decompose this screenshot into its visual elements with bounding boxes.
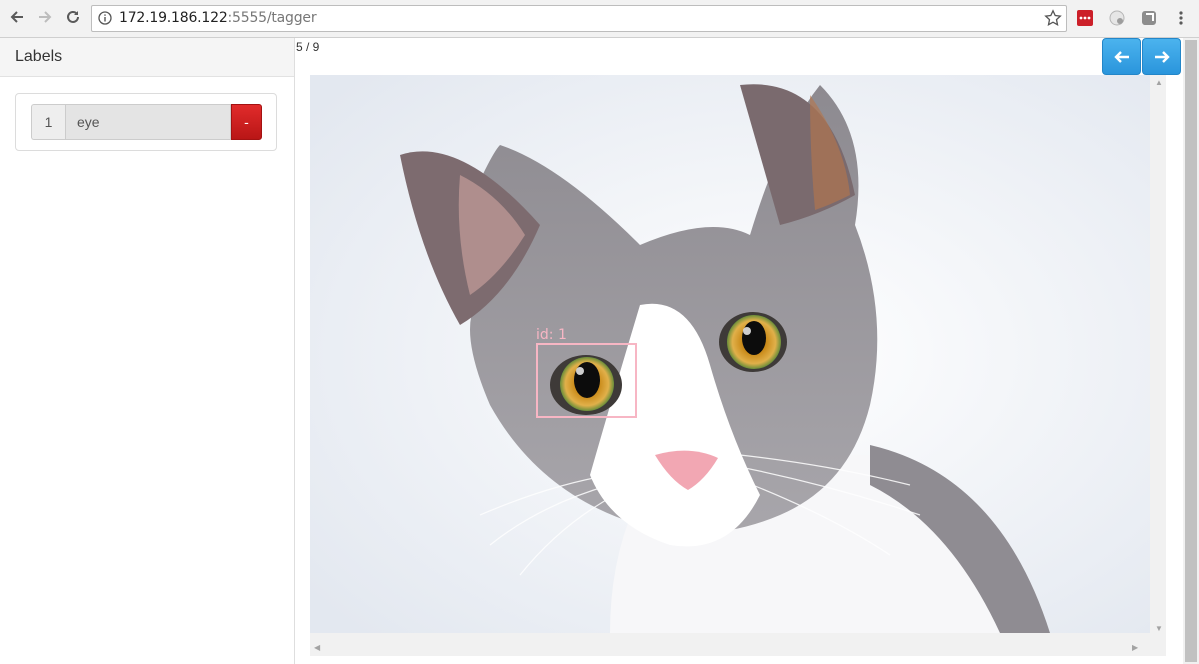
- tagging-canvas[interactable]: id: 1: [310, 75, 1150, 633]
- annotation-bounding-box[interactable]: [536, 343, 637, 418]
- sidebar-title: Labels: [15, 48, 63, 65]
- scroll-up-icon[interactable]: ▲: [1155, 78, 1163, 87]
- info-icon[interactable]: [98, 11, 112, 25]
- label-id: 1: [31, 104, 65, 140]
- url-path: :5555/tagger: [227, 10, 317, 26]
- extension-icon: [1109, 10, 1125, 26]
- lastpass-extension[interactable]: [1076, 9, 1094, 27]
- forward-icon: [39, 11, 52, 23]
- extension-button[interactable]: [1108, 9, 1126, 27]
- browser-menu-button[interactable]: [1172, 9, 1190, 27]
- star-icon[interactable]: [1044, 9, 1062, 27]
- labels-sidebar: Labels 1 eye -: [0, 38, 295, 664]
- reload-button[interactable]: [62, 6, 84, 28]
- extension-button[interactable]: [1140, 9, 1158, 27]
- next-image-button[interactable]: [1142, 38, 1181, 75]
- forward-button[interactable]: [34, 6, 56, 28]
- arrow-right-icon: [1154, 50, 1170, 63]
- back-button[interactable]: [6, 6, 28, 28]
- url-host: 172.19.186.122: [119, 10, 228, 26]
- page-scrollbar-thumb[interactable]: [1185, 40, 1197, 662]
- scroll-right-icon[interactable]: ▶: [1132, 643, 1138, 652]
- menu-icon: [1179, 11, 1183, 25]
- image-counter: 5 / 9: [296, 40, 320, 54]
- scroll-left-icon[interactable]: ◀: [314, 643, 320, 652]
- arrow-left-icon: [1113, 50, 1129, 63]
- image-viewport: id: 1 ▲ ▼ ◀ ▶: [310, 75, 1166, 656]
- address-bar[interactable]: 172.19.186.122:5555/tagger: [91, 5, 1067, 32]
- remove-label-button[interactable]: -: [231, 104, 262, 140]
- annotation-tag: id: 1: [536, 327, 567, 343]
- scroll-down-icon[interactable]: ▼: [1155, 624, 1163, 633]
- lastpass-icon: [1077, 10, 1093, 26]
- back-icon: [10, 11, 23, 23]
- url-text: 172.19.186.122:5555/tagger: [119, 10, 317, 27]
- browser-toolbar: 172.19.186.122:5555/tagger: [0, 0, 1199, 38]
- reload-icon: [67, 10, 79, 23]
- label-name-field[interactable]: eye: [65, 104, 231, 140]
- cat-photo: [310, 75, 1150, 633]
- prev-image-button[interactable]: [1102, 38, 1141, 75]
- extension-icon: [1142, 11, 1156, 25]
- page-scrollbar[interactable]: [1183, 38, 1199, 664]
- label-list: 1 eye -: [15, 93, 277, 151]
- canvas-horizontal-scrollbar[interactable]: ◀ ▶: [310, 640, 1150, 656]
- canvas-vertical-scrollbar[interactable]: ▲ ▼: [1150, 75, 1166, 640]
